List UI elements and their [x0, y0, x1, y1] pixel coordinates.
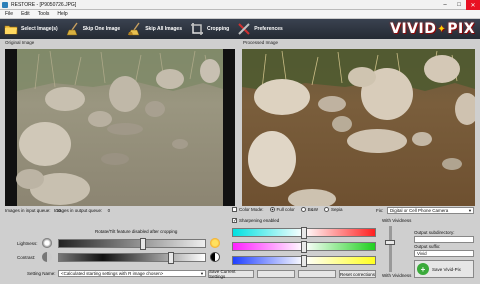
input-queue-label: Images in input queue:	[5, 208, 51, 213]
minimize-icon[interactable]: –	[438, 0, 452, 10]
output-queue-status: Images in output queue: 0	[54, 208, 110, 213]
skip-one-image-label: Skip One Image	[82, 26, 121, 32]
sharpening-checkbox[interactable]: ✓	[232, 218, 237, 224]
save-vivid-pix-label: Save Vivid-Pix	[432, 266, 461, 272]
moon-icon	[42, 238, 52, 248]
menu-help[interactable]: Help	[57, 11, 67, 17]
contrast-label: Contrast:	[17, 255, 36, 260]
folder-icon	[4, 22, 18, 36]
sepia-label: Sepia	[331, 207, 343, 212]
star-icon: ✦	[437, 23, 447, 35]
original-photo	[5, 49, 235, 206]
setting-name-dropdown[interactable]: <Calculated starting settings with R ima…	[58, 270, 206, 277]
window-title: RESTORE - [P9050726.JPG]	[11, 1, 77, 8]
processed-photo	[242, 49, 475, 206]
high-contrast-icon	[210, 252, 220, 262]
setting-name-label: Setting Name:	[27, 271, 56, 276]
low-contrast-icon	[42, 252, 52, 262]
menu-bar: File Edit Tools Help	[0, 10, 480, 19]
contrast-slider-thumb[interactable]	[168, 252, 174, 264]
vividness-slider-thumb[interactable]	[385, 240, 395, 245]
radio-bw[interactable]	[300, 207, 306, 212]
broom-all-icon	[128, 22, 142, 36]
sharpening-label: Sharpening enabled	[239, 218, 280, 223]
radio-sepia[interactable]	[324, 207, 330, 212]
skip-one-image-button[interactable]: Skip One Image	[62, 19, 125, 39]
color-mode-group: Color Mode: Full color B&W Sepia	[232, 207, 343, 212]
redo-button[interactable]	[298, 270, 336, 278]
menu-file[interactable]: File	[5, 11, 13, 17]
fix-value: Digital or Cell Phone Camera	[390, 208, 449, 213]
output-suffix-label: Output suffix:	[414, 244, 441, 249]
fix-dropdown[interactable]: Digital or Cell Phone Camera ▼	[387, 207, 474, 214]
title-bar: RESTORE - [P9050726.JPG] – □ ✕	[0, 0, 480, 10]
app-window: RESTORE - [P9050726.JPG] – □ ✕ File Edit…	[0, 0, 480, 284]
magenta-green-slider[interactable]	[232, 241, 376, 253]
save-settings-button[interactable]: Save Current Settings	[208, 269, 254, 279]
magenta-green-slider-thumb[interactable]	[301, 241, 307, 253]
color-mode-label: Color Mode:	[239, 207, 264, 212]
select-images-button[interactable]: Select Image(s)	[0, 19, 62, 39]
preferences-label: Preferences	[254, 26, 283, 32]
sharpening-option[interactable]: ✓ Sharpening enabled	[232, 218, 280, 224]
input-queue-status: Images in input queue: 10	[5, 208, 61, 213]
lightness-label: Lightness:	[17, 241, 38, 246]
vividness-top-label: With Vividness	[382, 218, 412, 223]
chevron-down-icon: ▼	[468, 208, 472, 213]
save-vivid-pix-button[interactable]: + Save Vivid-Pix	[414, 260, 474, 278]
tools-icon	[237, 22, 251, 36]
lightness-slider[interactable]	[58, 238, 206, 250]
color-mode-checkbox[interactable]	[232, 207, 237, 212]
close-icon[interactable]: ✕	[466, 0, 480, 10]
blue-yellow-slider-thumb[interactable]	[301, 255, 307, 267]
processed-image-heading: Processed Image	[243, 40, 279, 45]
output-subdir-input[interactable]	[414, 236, 474, 243]
preferences-button[interactable]: Preferences	[233, 19, 287, 39]
maximize-icon[interactable]: □	[452, 0, 466, 10]
fix-label: Fix:	[376, 208, 384, 213]
menu-tools[interactable]: Tools	[38, 11, 50, 17]
skip-all-images-label: Skip All Images	[145, 26, 182, 32]
output-queue-count: 0	[107, 208, 111, 213]
cropping-button[interactable]: Cropping	[186, 19, 233, 39]
original-image-heading: Original Image	[5, 40, 35, 45]
contrast-slider[interactable]	[58, 252, 206, 264]
vividness-bottom-label: With Vividness	[382, 273, 412, 278]
output-suffix-input[interactable]: Vivid	[414, 250, 474, 257]
bw-label: B&W	[307, 207, 319, 212]
blue-yellow-slider[interactable]	[232, 255, 376, 267]
cyan-red-slider-thumb[interactable]	[301, 227, 307, 239]
radio-full-color[interactable]	[269, 207, 275, 212]
setting-name-value: <Calculated starting settings with R ima…	[61, 271, 164, 276]
output-subdir-label: Output subdirectory:	[414, 230, 455, 235]
lightness-slider-thumb[interactable]	[140, 238, 146, 250]
crop-icon	[190, 22, 204, 36]
sun-icon	[210, 238, 220, 248]
menu-edit[interactable]: Edit	[21, 11, 30, 17]
rotate-note: Rotate/Tilt feature disabled after cropp…	[95, 229, 178, 234]
skip-all-images-button[interactable]: Skip All Images	[124, 19, 186, 39]
cropping-label: Cropping	[206, 26, 230, 32]
plus-icon: +	[417, 263, 429, 275]
original-image	[5, 49, 235, 206]
cyan-red-slider[interactable]	[232, 227, 376, 239]
app-icon	[2, 1, 8, 8]
vivid-pix-logo: VIVID ✦ PIX	[390, 21, 475, 37]
select-images-label: Select Image(s)	[21, 26, 58, 32]
vividness-slider[interactable]	[385, 226, 395, 272]
output-queue-label: Images in output queue:	[54, 208, 103, 213]
toolbar: Select Image(s) Skip One Image Skip All …	[0, 19, 480, 39]
broom-icon	[66, 22, 80, 36]
logo-text-pix: PIX	[447, 21, 475, 37]
full-color-label: Full color	[276, 207, 295, 212]
reset-corrections-button[interactable]: Reset corrections	[339, 270, 376, 278]
undo-button[interactable]	[257, 270, 295, 278]
processed-image	[242, 49, 475, 206]
logo-text-vivid: VIVID	[390, 21, 437, 37]
setting-chevron-down-icon: ▼	[200, 271, 204, 276]
window-controls: – □ ✕	[438, 0, 480, 10]
